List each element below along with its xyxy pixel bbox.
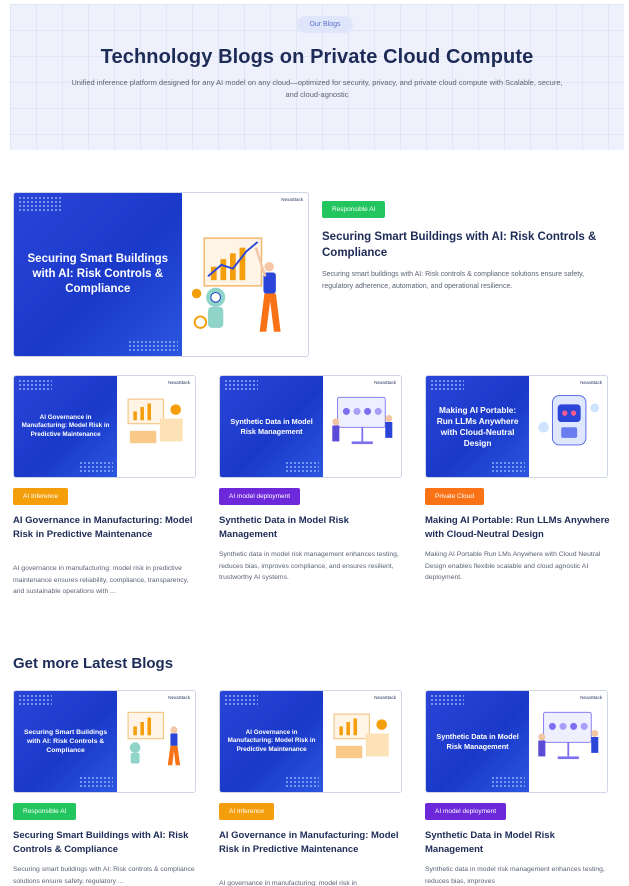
card-description: Securing smart buildings with AI: Risk c… (13, 866, 195, 885)
card-description: AI governance in manufacturing: model ri… (219, 880, 357, 886)
dots-decoration (127, 340, 178, 352)
category-tag[interactable]: Private Cloud (425, 488, 485, 505)
brand-logo: NexaStack (168, 380, 190, 385)
featured-title[interactable]: Securing Smart Buildings with AI: Risk C… (322, 229, 622, 261)
hero-banner: Our Blogs Technology Blogs on Private Cl… (10, 4, 624, 150)
analyst-illustration-icon (192, 237, 282, 332)
card-title[interactable]: AI Governance in Manufacturing: Model Ri… (13, 514, 196, 541)
thumbnail-text: Securing Smart Buildings with AI: Risk C… (24, 729, 108, 754)
card-description: AI governance in manufacturing: model ri… (13, 565, 189, 595)
dashboard-illustration-icon (538, 712, 599, 760)
page-title: Technology Blogs on Private Cloud Comput… (100, 46, 534, 68)
brand-logo: NexaStack (374, 380, 396, 385)
card-description: Making AI Portable Run LMs Anywhere with… (425, 551, 601, 581)
brand-logo: NexaStack (281, 197, 303, 202)
card-thumbnail[interactable]: AI Governance in Manufacturing: Model Ri… (13, 375, 196, 478)
card-thumbnail[interactable]: AI Governance in Manufacturing: Model Ri… (219, 690, 402, 793)
dots-decoration (430, 694, 464, 706)
thumbnail-banner: AI Governance in Manufacturing: Model Ri… (220, 691, 324, 792)
thumbnail-banner: Securing Smart Buildings with AI: Risk C… (14, 193, 182, 356)
dots-decoration (18, 379, 52, 391)
our-blogs-pill: Our Blogs (297, 16, 353, 33)
card-thumbnail[interactable]: Making AI Portable: Run LLMs Anywhere wi… (425, 375, 608, 478)
thumbnail-text: AI Governance in Manufacturing: Model Ri… (227, 728, 316, 753)
dots-decoration (491, 461, 526, 473)
brand-logo: NexaStack (580, 695, 602, 700)
category-tag[interactable]: AI model deployment (219, 488, 301, 505)
thumbnail-banner: Synthetic Data in Model Risk Management (220, 376, 324, 477)
dots-decoration (18, 196, 62, 212)
brand-logo: NexaStack (168, 695, 190, 700)
section-title: Get more Latest Blogs (13, 655, 174, 672)
dots-decoration (285, 461, 320, 473)
thumbnail-banner: Securing Smart Buildings with AI: Risk C… (14, 691, 118, 792)
thumbnail-text: Synthetic Data in Model Risk Management (230, 417, 313, 436)
brand-logo: NexaStack (580, 380, 602, 385)
card-description: Synthetic data in model risk management … (219, 551, 399, 581)
dots-decoration (285, 776, 320, 788)
thumbnail-banner: AI Governance in Manufacturing: Model Ri… (14, 376, 118, 477)
card-thumbnail[interactable]: Synthetic Data in Model Risk Management … (425, 690, 608, 793)
card-title[interactable]: Synthetic Data in Model Risk Management (425, 829, 615, 856)
category-tag[interactable]: AI Inference (219, 803, 275, 820)
thumbnail-text: Making AI Portable: Run LLMs Anywhere wi… (436, 404, 519, 448)
featured-thumbnail[interactable]: Securing Smart Buildings with AI: Risk C… (13, 192, 309, 357)
featured-description: Securing smart buildings with AI: Risk c… (322, 271, 585, 290)
page-subtitle: Unified inference platform designed for … (71, 78, 563, 99)
dots-decoration (430, 379, 464, 391)
thumbnail-banner: Making AI Portable: Run LLMs Anywhere wi… (426, 376, 530, 477)
category-tag[interactable]: AI model deployment (425, 803, 507, 820)
dots-decoration (224, 379, 258, 391)
factory-illustration-icon (127, 398, 183, 444)
thumbnail-text: AI Governance in Manufacturing: Model Ri… (21, 413, 110, 438)
card-description: Synthetic data in model risk management … (425, 866, 605, 885)
category-tag[interactable]: AI Inference (13, 488, 69, 505)
thumbnail-text: Synthetic Data in Model Risk Management (436, 732, 519, 751)
dots-decoration (79, 776, 114, 788)
thumbnail-text: Securing Smart Buildings with AI: Risk C… (27, 253, 169, 295)
card-thumbnail[interactable]: Synthetic Data in Model Risk Management … (219, 375, 402, 478)
dots-decoration (18, 694, 52, 706)
card-thumbnail[interactable]: Securing Smart Buildings with AI: Risk C… (13, 690, 196, 793)
dots-decoration (491, 776, 526, 788)
card-title[interactable]: Making AI Portable: Run LLMs Anywhere wi… (425, 514, 615, 541)
brand-logo: NexaStack (374, 695, 396, 700)
category-tag[interactable]: Responsible AI (322, 201, 386, 218)
card-title[interactable]: AI Governance in Manufacturing: Model Ri… (219, 829, 402, 856)
card-title[interactable]: Synthetic Data in Model Risk Management (219, 514, 402, 541)
thumbnail-banner: Synthetic Data in Model Risk Management (426, 691, 530, 792)
dots-decoration (79, 461, 114, 473)
category-tag[interactable]: Responsible AI (13, 803, 77, 820)
dashboard-illustration-icon (332, 397, 393, 445)
robot-illustration-icon (538, 395, 599, 446)
dots-decoration (224, 694, 258, 706)
card-title[interactable]: Securing Smart Buildings with AI: Risk C… (13, 829, 196, 856)
factory-illustration-icon (333, 713, 389, 759)
analyst-illustration-icon (127, 712, 180, 766)
